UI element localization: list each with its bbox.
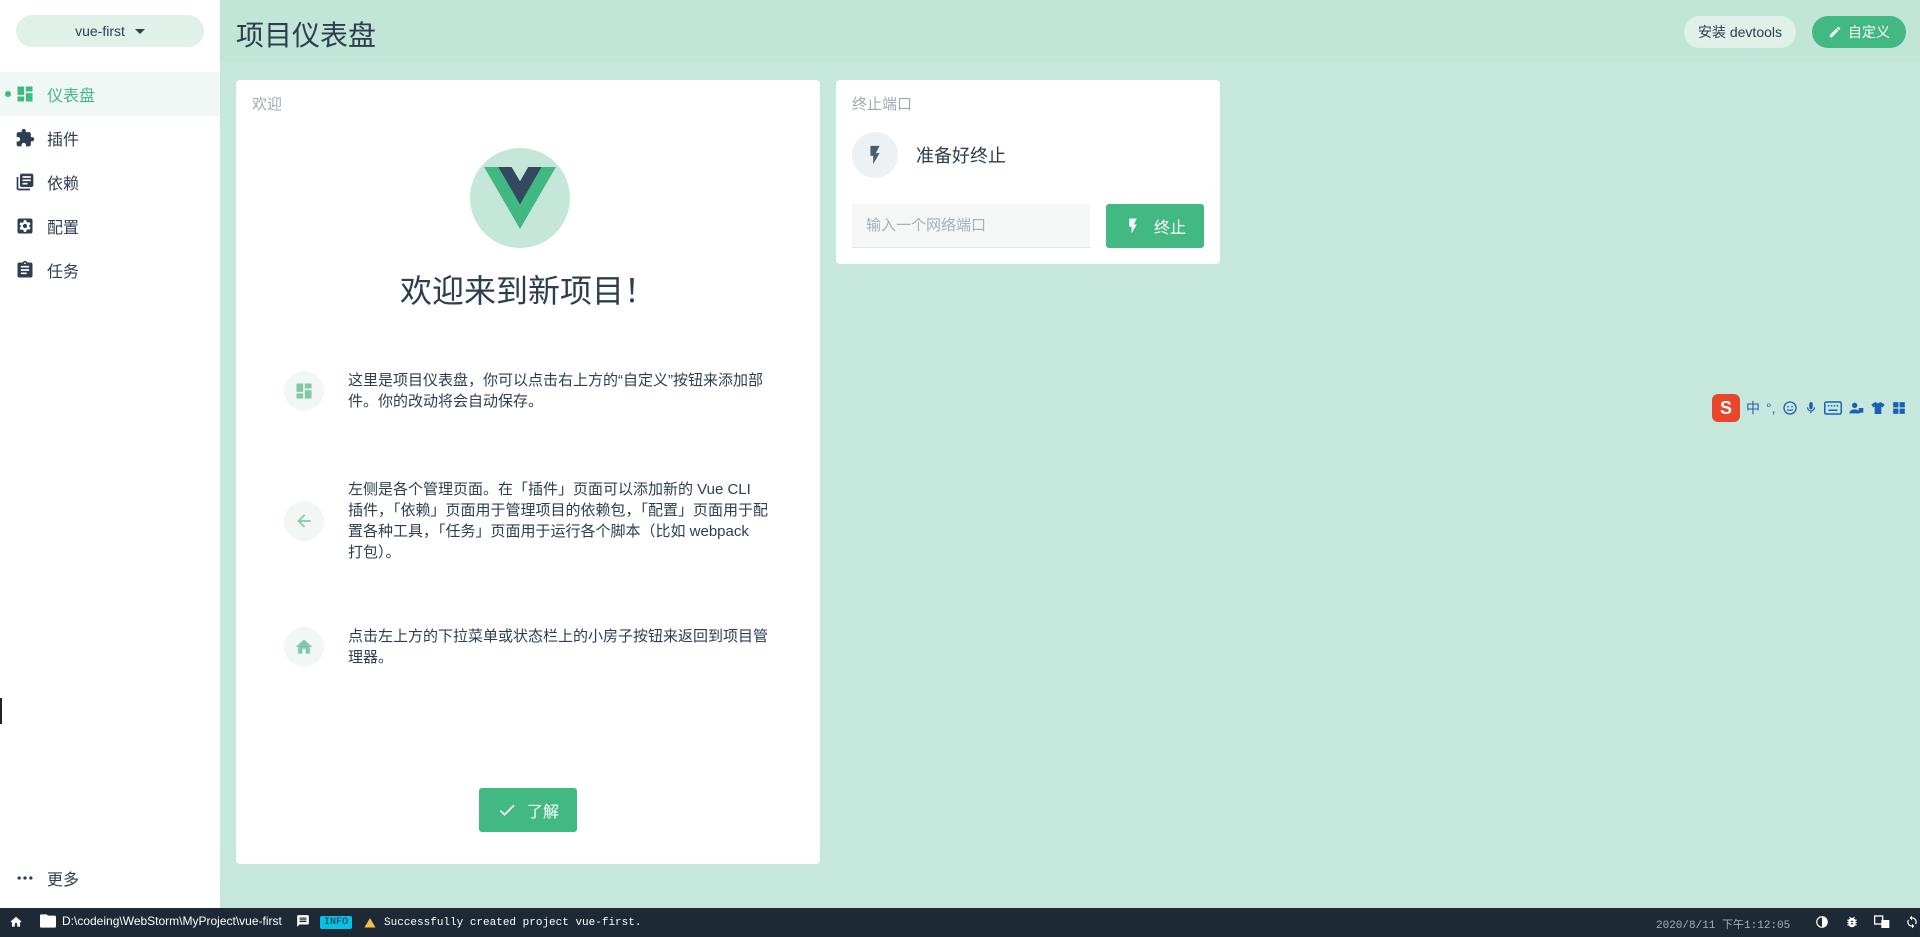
dark-mode-icon[interactable] <box>1814 914 1830 930</box>
log-level-badge: INFO <box>320 916 353 929</box>
flash-icon <box>1124 217 1142 235</box>
tip-text: 左侧是各个管理页面。在「插件」页面可以添加新的 Vue CLI 插件，「依赖」页… <box>348 481 769 561</box>
log-summary[interactable]: INFO Successfully created project vue-fi… <box>296 914 641 931</box>
check-icon <box>497 800 517 820</box>
translate-icon[interactable] <box>1874 914 1890 930</box>
project-path-text: D:\codeing\WebStorm\MyProject\vue-first <box>62 914 282 928</box>
ime-punctuation-toggle[interactable]: °, <box>1766 400 1776 416</box>
got-it-button[interactable]: 了解 <box>479 788 577 832</box>
welcome-widget: 欢迎 欢迎来到新项目！ 这里是项目仪表盘，你可以点击右上方的“自定义”按钮来添加… <box>236 80 820 864</box>
dashboard-icon <box>284 371 324 411</box>
got-it-label: 了解 <box>526 804 559 821</box>
text-cursor <box>0 698 2 724</box>
message-icon <box>296 914 310 931</box>
tip-home: 点击左上方的下拉菜单或状态栏上的小房子按钮来返回到项目管理器。 <box>284 626 784 668</box>
sidebar-item-plugins[interactable]: 插件 <box>0 116 220 160</box>
sidebar-item-label: 任务 <box>47 264 80 281</box>
customize-label: 自定义 <box>1848 24 1890 40</box>
ime-toolbar: S 中 °, <box>1712 394 1920 422</box>
sidebar-item-tasks[interactable]: 任务 <box>0 248 220 292</box>
kill-status-text: 准备好终止 <box>916 146 1006 166</box>
bug-icon[interactable] <box>1844 914 1860 930</box>
keyboard-icon[interactable] <box>1823 401 1842 415</box>
library-icon <box>15 172 35 192</box>
sidebar-item-dashboard[interactable]: 仪表盘 <box>0 72 220 116</box>
sidebar-item-label: 依赖 <box>47 176 80 193</box>
home-icon[interactable] <box>8 914 24 930</box>
tip-text: 这里是项目仪表盘，你可以点击右上方的“自定义”按钮来添加部件。你的改动将会自动保… <box>348 372 763 410</box>
more-horiz-icon <box>15 868 35 888</box>
home-icon <box>284 627 324 667</box>
project-select-dropdown[interactable]: vue-first <box>16 15 204 47</box>
project-name: vue-first <box>75 23 125 39</box>
kill-status: 准备好终止 <box>852 132 1006 178</box>
port-input[interactable] <box>852 204 1090 248</box>
clipboard-icon <box>15 260 35 280</box>
microphone-icon[interactable] <box>1804 400 1818 416</box>
sidebar-item-configuration[interactable]: 配置 <box>0 204 220 248</box>
sidebar-item-dependencies[interactable]: 依赖 <box>0 160 220 204</box>
kill-label: 终止 <box>1153 220 1186 237</box>
warning-icon <box>364 917 376 929</box>
caret-down-icon <box>134 28 145 34</box>
widget-title: 终止端口 <box>852 96 913 113</box>
customize-button[interactable]: 自定义 <box>1812 16 1906 48</box>
more-button[interactable]: 更多 <box>15 866 79 890</box>
more-label: 更多 <box>47 872 80 889</box>
arrow-left-icon <box>284 501 324 541</box>
sidebar-item-label: 配置 <box>47 220 80 237</box>
kill-button[interactable]: 终止 <box>1106 204 1204 248</box>
ime-language-toggle[interactable]: 中 <box>1746 398 1760 418</box>
status-actions <box>1800 914 1920 930</box>
status-time: 2020/8/11 下午1:12:05 <box>1656 920 1791 932</box>
kill-port-widget: 终止端口 准备好终止 终止 <box>836 80 1220 264</box>
puzzle-icon <box>15 128 35 148</box>
header-bar <box>220 0 1920 62</box>
skin-icon[interactable] <box>1870 400 1886 416</box>
tip-text: 点击左上方的下拉菜单或状态栏上的小房子按钮来返回到项目管理器。 <box>348 628 769 666</box>
user-icon[interactable] <box>1848 400 1864 416</box>
log-message: Successfully created project vue-first. <box>384 916 642 929</box>
tip-sidebar: 左侧是各个管理页面。在「插件」页面可以添加新的 Vue CLI 插件，「依赖」页… <box>284 479 784 563</box>
install-devtools-button[interactable]: 安装 devtools <box>1684 16 1796 48</box>
page-title: 项目仪表盘 <box>236 20 377 51</box>
settings-icon <box>15 216 35 236</box>
emoji-icon[interactable] <box>1782 400 1798 416</box>
refresh-icon[interactable] <box>1904 914 1920 930</box>
welcome-heading: 欢迎来到新项目！ <box>399 273 656 309</box>
tip-dashboard: 这里是项目仪表盘，你可以点击右上方的“自定义”按钮来添加部件。你的改动将会自动保… <box>284 370 784 412</box>
sidebar-item-label: 仪表盘 <box>47 88 96 105</box>
toolbox-icon[interactable] <box>1892 401 1906 415</box>
sidebar-nav: 仪表盘 插件 依赖 配置 任务 <box>0 72 220 292</box>
dashboard-icon <box>15 84 35 104</box>
flash-icon <box>852 132 898 178</box>
sidebar-item-label: 插件 <box>47 132 80 149</box>
ime-logo[interactable]: S <box>1712 394 1740 422</box>
vue-logo <box>470 148 570 248</box>
status-bar: D:\codeing\WebStorm\MyProject\vue-first … <box>0 908 1920 937</box>
folder-icon <box>40 914 56 928</box>
pencil-icon <box>1828 25 1842 39</box>
widget-title: 欢迎 <box>252 96 283 113</box>
project-path[interactable]: D:\codeing\WebStorm\MyProject\vue-first <box>40 914 282 928</box>
sidebar: vue-first 仪表盘 插件 依赖 配置 任务 更多 <box>0 0 220 908</box>
